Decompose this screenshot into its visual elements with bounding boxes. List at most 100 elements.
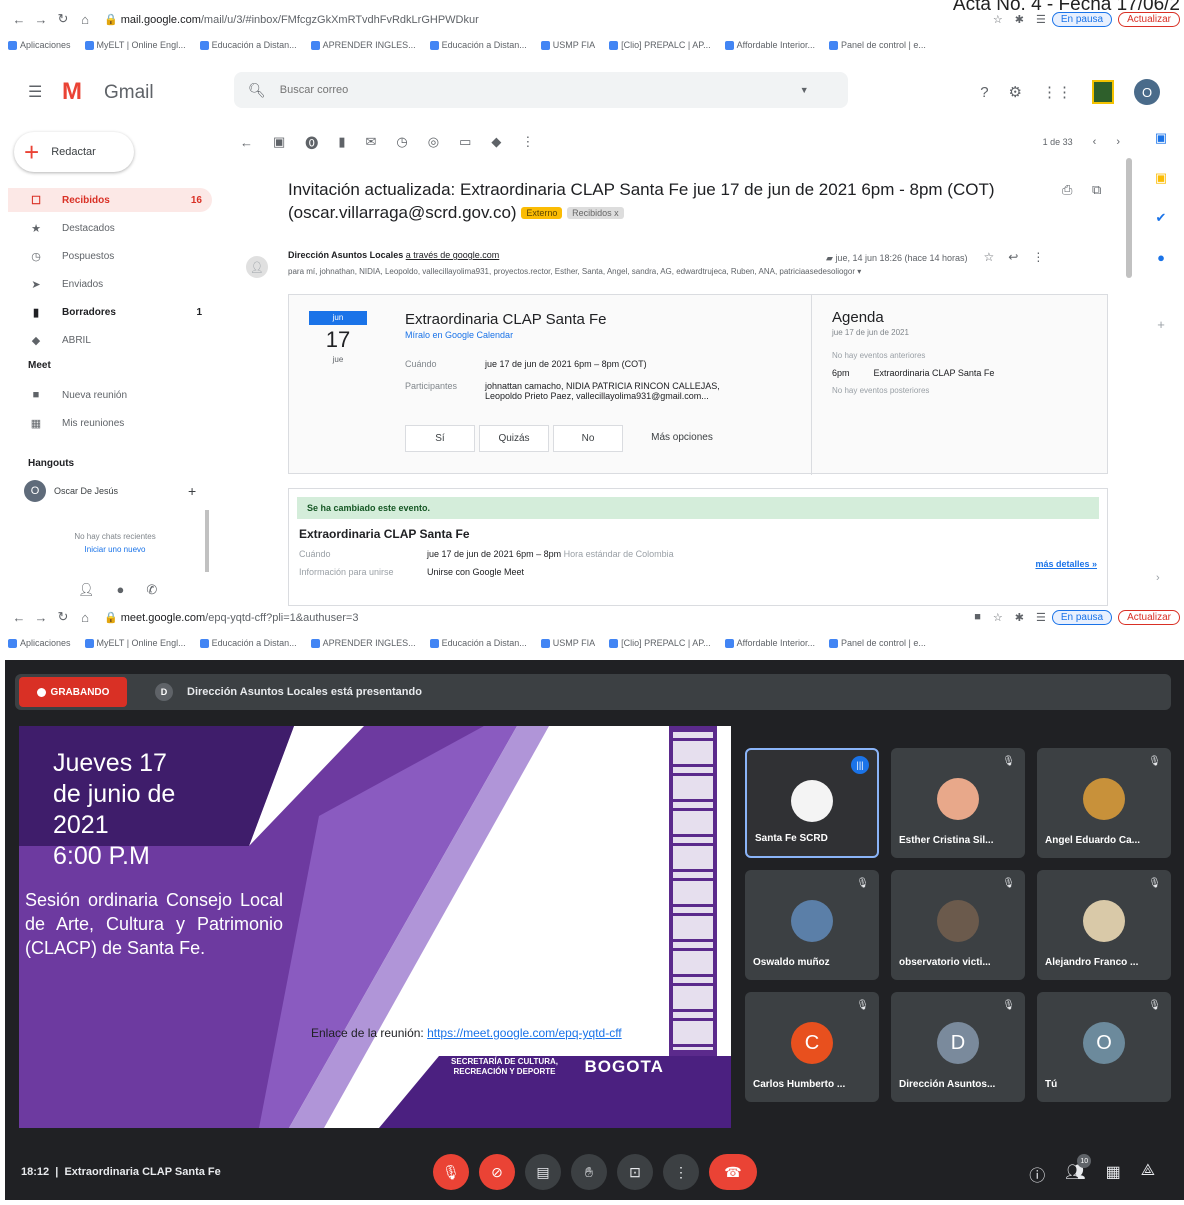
meet-new-meeting[interactable]: ■ Nueva reunión — [8, 383, 212, 407]
list-icon[interactable]: ☰ — [1036, 13, 1046, 26]
more-icon[interactable]: ⋮ — [521, 134, 534, 150]
person-icon[interactable]: 👤︎ — [78, 582, 95, 598]
bookmark-item[interactable]: Educación a Distan... — [429, 40, 527, 50]
address-bar[interactable]: 🔒 meet.google.com/epq-yqtd-cff?pli=1&aut… — [104, 611, 844, 624]
next-icon[interactable]: › — [1116, 136, 1120, 148]
home-icon[interactable]: ⌂ — [74, 610, 96, 625]
back-to-inbox-icon[interactable]: ← — [240, 135, 253, 150]
sidebar-item-abril[interactable]: ◆ ABRIL — [8, 328, 212, 352]
bookmark-item[interactable]: MyELT | Online Engl... — [84, 638, 186, 648]
label-icon[interactable]: ◆ — [491, 134, 501, 150]
help-icon[interactable]: ? — [980, 84, 988, 101]
reply-icon[interactable]: ↩ — [1008, 250, 1018, 264]
archive-icon[interactable]: ▣ — [273, 134, 285, 150]
mic-off-button[interactable]: 🎙︎ — [433, 1154, 469, 1190]
report-spam-icon[interactable]: ⓿ — [305, 133, 318, 152]
settings-icon[interactable]: ⚙ — [1009, 83, 1022, 101]
move-to-icon[interactable]: ▭ — [459, 134, 471, 150]
reload-icon[interactable]: ↻ — [52, 609, 74, 625]
participant-tile[interactable]: 🎙︎ observatorio victi... — [891, 870, 1025, 980]
extension-icon[interactable]: ✱ — [1015, 611, 1024, 624]
end-call-button[interactable]: ☎ — [709, 1154, 757, 1190]
apps-grid-icon[interactable]: ⋮⋮ — [1042, 83, 1072, 101]
mark-unread-icon[interactable]: ✉ — [365, 134, 376, 150]
chat-icon[interactable]: ▦ — [1106, 1162, 1121, 1186]
delete-icon[interactable]: ▮ — [338, 134, 345, 150]
recording-indicator[interactable]: GRABANDO — [19, 677, 127, 707]
more-icon[interactable]: ⋮ — [1032, 250, 1044, 264]
participant-tile[interactable]: 🎙︎ Alejandro Franco ... — [1037, 870, 1171, 980]
sidebar-item-enviados[interactable]: ➤ Enviados — [8, 272, 212, 296]
hangouts-user[interactable]: O Oscar De Jesús + — [24, 480, 196, 502]
view-in-calendar-link[interactable]: Míralo en Google Calendar — [405, 330, 513, 340]
participant-tile[interactable]: 🎙︎ D Dirección Asuntos... — [891, 992, 1025, 1102]
bookmark-item[interactable]: Aplicaciones — [8, 40, 71, 50]
agenda-event[interactable]: 6pm Extraordinaria CLAP Santa Fe — [832, 368, 1089, 378]
bookmark-item[interactable]: Educación a Distan... — [429, 638, 527, 648]
sender-via[interactable]: a través de google.com — [406, 250, 500, 260]
captions-button[interactable]: ▤ — [525, 1154, 561, 1190]
rsvp-no-button[interactable]: No — [553, 425, 623, 452]
more-details-link[interactable]: más detalles » — [1035, 559, 1097, 569]
bookmark-item[interactable]: Panel de control | e... — [829, 638, 926, 648]
home-icon[interactable]: ⌂ — [74, 12, 96, 27]
open-new-window-icon[interactable]: ⧉ — [1092, 182, 1101, 198]
present-button[interactable]: ⊡ — [617, 1154, 653, 1190]
bookmark-item[interactable]: Affordable Interior... — [724, 638, 815, 648]
gmail-logo-icon[interactable]: M — [62, 78, 82, 106]
sidebar-item-pospuestos[interactable]: ◷ Pospuestos — [8, 244, 212, 268]
start-chat-link[interactable]: Iniciar uno nuevo — [85, 545, 146, 554]
inbox-tag[interactable]: Recibidos x — [567, 207, 624, 220]
recipients[interactable]: para mí, johnathan, NIDIA, Leopoldo, val… — [288, 267, 1068, 276]
forward-icon[interactable]: → — [30, 610, 52, 625]
sidebar-item-borradores[interactable]: ▮ Borradores 1 — [8, 300, 212, 324]
snooze-icon[interactable]: ◷ — [396, 134, 407, 150]
participant-tile[interactable]: 🎙︎ Oswaldo muñoz — [745, 870, 879, 980]
bookmark-item[interactable]: USMP FIA — [540, 638, 595, 648]
raise-hand-button[interactable]: ✋︎ — [571, 1154, 607, 1190]
star-icon[interactable]: ☆ — [993, 13, 1003, 26]
bookmark-item[interactable]: APRENDER INGLES... — [310, 638, 416, 648]
chat-icon[interactable]: ● — [117, 582, 125, 598]
search-icon[interactable]: 🔍︎ — [248, 82, 266, 99]
rsvp-yes-button[interactable]: Sí — [405, 425, 475, 452]
bookmark-item[interactable]: Educación a Distan... — [199, 638, 297, 648]
sidebar-scrollbar[interactable] — [205, 510, 209, 572]
compose-button[interactable]: + Redactar — [14, 132, 134, 172]
meet-my-meetings[interactable]: ▦ Mis reuniones — [8, 411, 212, 435]
people-icon[interactable]: 👥︎ 10 — [1065, 1154, 1092, 1186]
rsvp-maybe-button[interactable]: Quizás — [479, 425, 549, 452]
bookmark-item[interactable]: [Clio] PREPALC | AP... — [609, 638, 711, 648]
bookmark-item[interactable]: USMP FIA — [540, 40, 595, 50]
camera-icon[interactable]: ■ — [974, 611, 981, 623]
contacts-app-icon[interactable]: ● — [1157, 250, 1165, 265]
sidebar-item-destacados[interactable]: ★ Destacados — [8, 216, 212, 240]
info-icon[interactable]: ⓘ — [1029, 1162, 1045, 1186]
address-bar[interactable]: 🔒 mail.google.com/mail/u/3/#inbox/FMfcgz… — [104, 13, 844, 26]
tasks-app-icon[interactable]: ✔ — [1156, 210, 1167, 226]
more-options-button[interactable]: ⋮ — [663, 1154, 699, 1190]
participant-tile[interactable]: 🎙︎ C Carlos Humberto ... — [745, 992, 879, 1102]
keep-app-icon[interactable]: ▣ — [1155, 170, 1167, 186]
bookmark-item[interactable]: Educación a Distan... — [199, 40, 297, 50]
extension-icon[interactable]: ✱ — [1015, 13, 1024, 26]
bookmark-item[interactable]: [Clio] PREPALC | AP... — [609, 40, 711, 50]
content-scrollbar[interactable] — [1126, 158, 1132, 278]
menu-icon[interactable]: ☰ — [28, 82, 42, 102]
sidebar-item-recibidos[interactable]: ☐ Recibidos 16 — [8, 188, 212, 212]
back-icon[interactable]: ← — [8, 12, 30, 27]
sender[interactable]: Dirección Asuntos Locales a través de go… — [288, 250, 499, 260]
prev-icon[interactable]: ‹ — [1093, 136, 1097, 148]
search-options-icon[interactable]: ▼ — [800, 85, 809, 95]
profile-pill[interactable]: En pausa — [1051, 609, 1113, 625]
print-icon[interactable]: ⎙ — [1062, 182, 1072, 198]
add-icon[interactable]: + — [188, 483, 196, 499]
phone-icon[interactable]: ✆ — [146, 582, 157, 598]
expand-panel-icon[interactable]: › — [1156, 572, 1160, 584]
participant-tile[interactable]: 🎙︎ O Tú — [1037, 992, 1171, 1102]
rsvp-more-options[interactable]: Más opciones — [627, 425, 737, 452]
update-button[interactable]: Actualizar — [1118, 11, 1180, 27]
update-button[interactable]: Actualizar — [1118, 609, 1180, 625]
activities-icon[interactable]: ⟁ — [1141, 1162, 1155, 1186]
camera-off-button[interactable]: ⊘ — [479, 1154, 515, 1190]
